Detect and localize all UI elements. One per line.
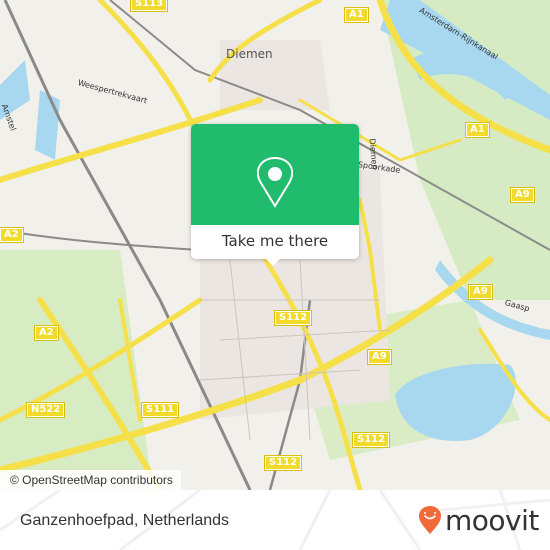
road-shield: N522	[25, 402, 66, 418]
road-shield: S111	[140, 402, 180, 418]
moovit-pin-icon	[419, 506, 441, 534]
address-label: Ganzenhoefpad, Netherlands	[20, 512, 230, 529]
place-label-diemen: Diemen	[226, 47, 273, 61]
road-shield: A2	[34, 325, 59, 341]
road-shield: S112	[263, 455, 303, 471]
map-pin-icon	[257, 156, 293, 208]
road-shield: S113	[129, 0, 169, 12]
road-shield: A9	[510, 187, 535, 203]
brand-name: moovit	[445, 503, 539, 537]
road-shield: A9	[468, 284, 493, 300]
footer: Ganzenhoefpad, Netherlands moovit	[0, 490, 550, 550]
harbour-west	[35, 90, 60, 160]
road-shield: A1	[344, 7, 369, 23]
moovit-logo[interactable]: moovit	[418, 503, 539, 537]
map-view[interactable]: Diemen Weespertrekvaart Amsterdam-Rijnka…	[0, 0, 550, 490]
road-shield: S112	[273, 310, 313, 326]
road-shield: A2	[0, 227, 24, 243]
popup-header	[191, 124, 359, 225]
take-me-there-button[interactable]: Take me there	[191, 225, 359, 259]
road-shield: A9	[367, 349, 392, 365]
popup-pointer	[265, 258, 281, 266]
map-attribution[interactable]: © OpenStreetMap contributors	[0, 470, 181, 490]
road-shield: S112	[351, 432, 391, 448]
road-shield: A1	[465, 122, 490, 138]
railway-line	[0, 229, 201, 251]
location-popup: Take me there	[191, 124, 359, 259]
